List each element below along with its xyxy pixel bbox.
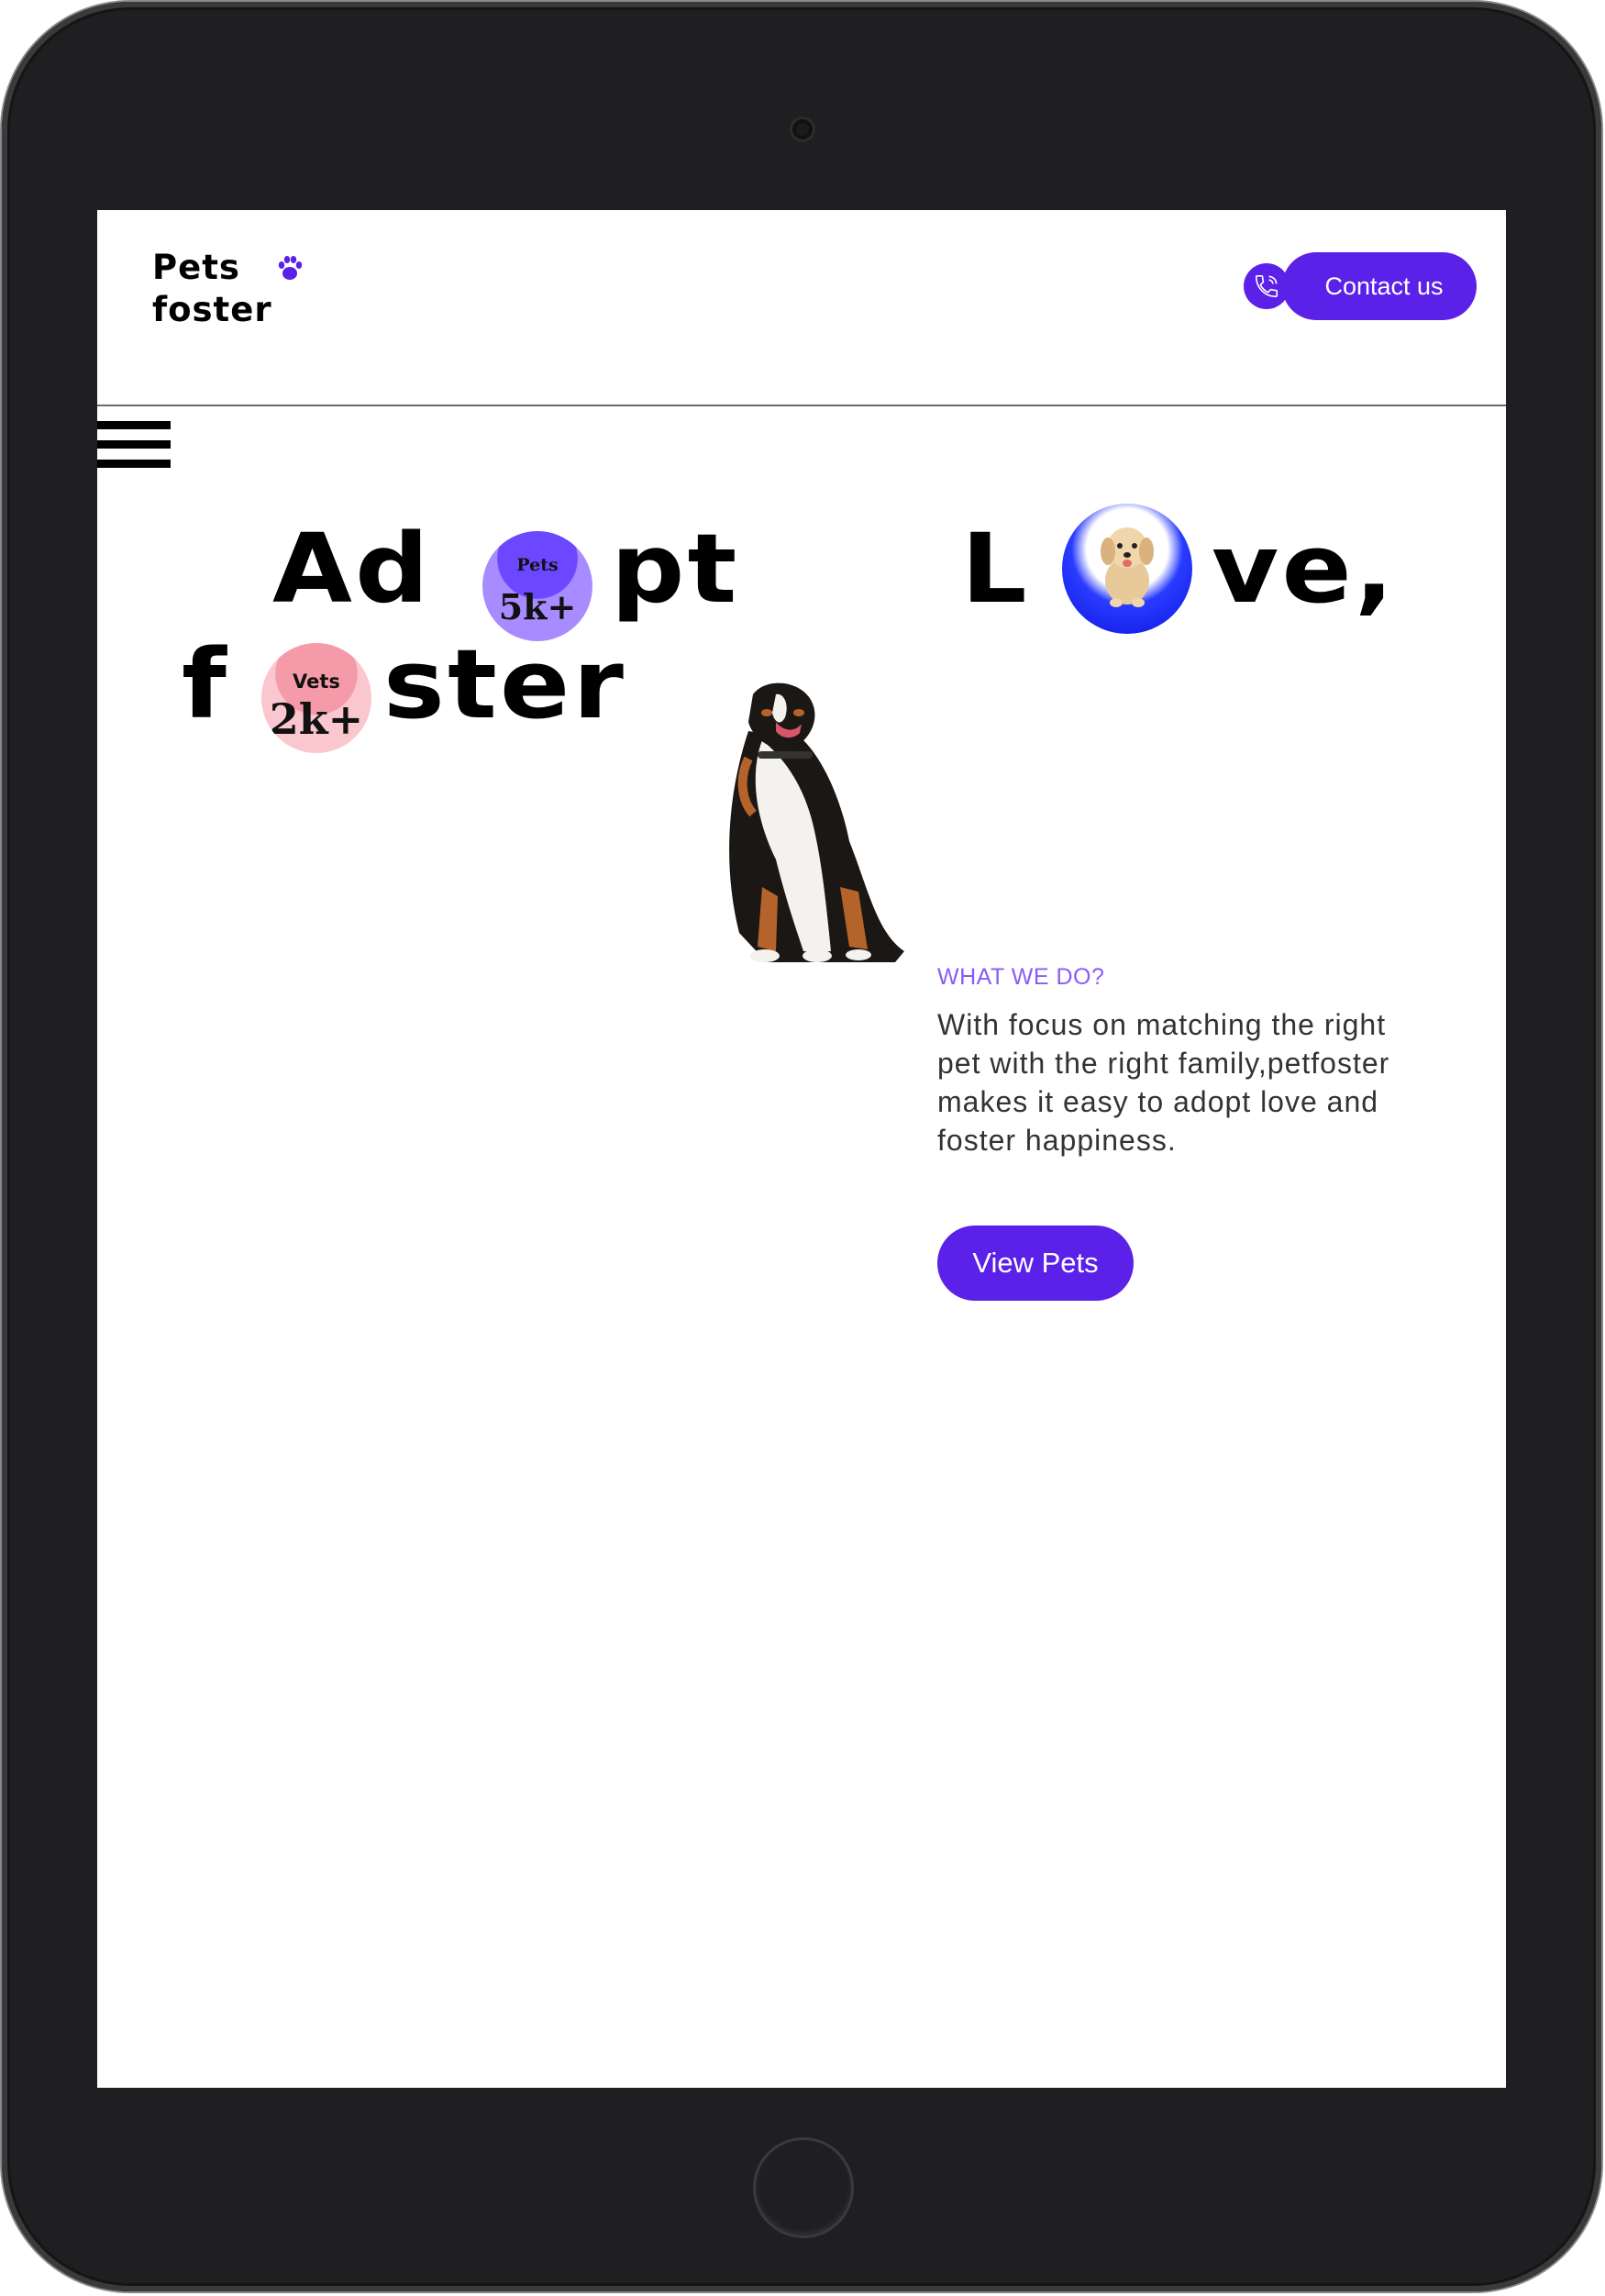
headline-foster-end: ster [383, 628, 627, 740]
tablet-frame: Pets foster Contact us Ad Pets 5k+ pt L … [2, 2, 1601, 2291]
what-we-do-heading: WHAT WE DO? [937, 964, 1105, 990]
brand-line-1: Pets [152, 248, 240, 287]
puppy-icon [1101, 527, 1154, 607]
brand-logo[interactable]: Pets foster [152, 247, 272, 331]
vets-count-badge: Vets 2k+ [261, 643, 371, 753]
paw-icon [278, 256, 303, 280]
camera-icon [790, 116, 815, 142]
view-pets-button[interactable]: View Pets [937, 1226, 1134, 1301]
contact-us-button[interactable]: Contact us [1282, 252, 1477, 320]
brand-line-2: foster [152, 290, 272, 329]
headline-foster-start: f [182, 628, 230, 740]
hamburger-menu-icon[interactable] [97, 410, 172, 469]
app-screen: Pets foster Contact us Ad Pets 5k+ pt L … [97, 210, 1506, 2088]
what-we-do-text: With focus on matching the right pet wit… [937, 1008, 1390, 1157]
phone-icon[interactable] [1244, 263, 1290, 309]
header-divider [97, 405, 1506, 406]
pets-badge-value: 5k+ [498, 586, 577, 627]
home-button[interactable] [753, 2137, 854, 2238]
headline-love-end: ve, [1212, 513, 1397, 625]
headline-adopt-start: Ad [272, 513, 432, 625]
bernese-dog-image [729, 682, 904, 962]
pets-badge-label: Pets [516, 555, 559, 575]
pets-count-badge: Pets 5k+ [482, 531, 592, 641]
headline-love-start: L [961, 513, 1030, 625]
headline-adopt-end: pt [611, 513, 740, 625]
vets-badge-label: Vets [293, 671, 340, 693]
vets-badge-value: 2k+ [269, 694, 364, 744]
love-o-puppy-badge [1062, 504, 1192, 634]
